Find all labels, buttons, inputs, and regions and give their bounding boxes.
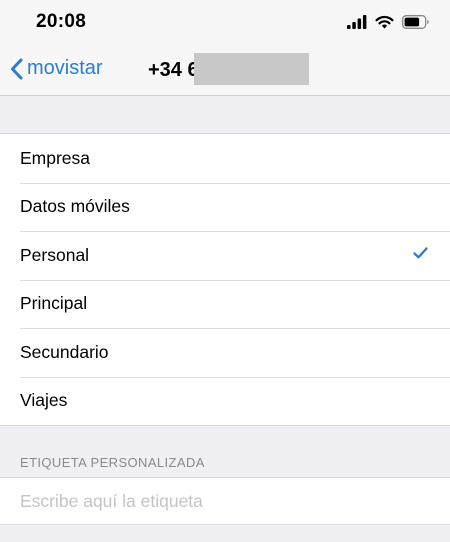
custom-label-header: ETIQUETA PERSONALIZADA bbox=[20, 455, 205, 470]
label-option-text: Personal bbox=[20, 244, 90, 265]
page-title: +34 6 bbox=[148, 59, 199, 81]
label-option-principal[interactable]: Principal bbox=[0, 279, 450, 329]
custom-label-group bbox=[0, 477, 450, 525]
label-option-personal[interactable]: Personal bbox=[0, 231, 450, 280]
status-time: 20:08 bbox=[36, 11, 87, 32]
redaction-block bbox=[194, 53, 309, 85]
checkmark-icon bbox=[413, 247, 428, 259]
status-bar: 20:08 bbox=[0, 0, 450, 44]
label-list: Empresa Datos móviles Personal Principal… bbox=[0, 133, 450, 426]
chevron-left-icon bbox=[11, 58, 23, 79]
back-label: movistar bbox=[27, 57, 103, 79]
label-option-text: Viajes bbox=[20, 390, 68, 411]
status-icons bbox=[347, 13, 430, 31]
wifi-icon bbox=[375, 15, 394, 29]
label-option-viajes[interactable]: Viajes bbox=[0, 376, 450, 426]
label-option-empresa[interactable]: Empresa bbox=[0, 134, 450, 183]
label-option-text: Empresa bbox=[20, 147, 91, 168]
label-option-text: Secundario bbox=[20, 341, 109, 362]
back-button[interactable]: movistar bbox=[10, 57, 103, 80]
battery-icon bbox=[402, 15, 429, 29]
label-option-secundario[interactable]: Secundario bbox=[0, 328, 450, 377]
label-option-datos-moviles[interactable]: Datos móviles bbox=[0, 182, 450, 232]
label-option-text: Datos móviles bbox=[20, 196, 130, 217]
label-option-text: Principal bbox=[20, 293, 88, 314]
custom-label-input[interactable] bbox=[20, 478, 430, 524]
signal-icon bbox=[347, 15, 367, 29]
